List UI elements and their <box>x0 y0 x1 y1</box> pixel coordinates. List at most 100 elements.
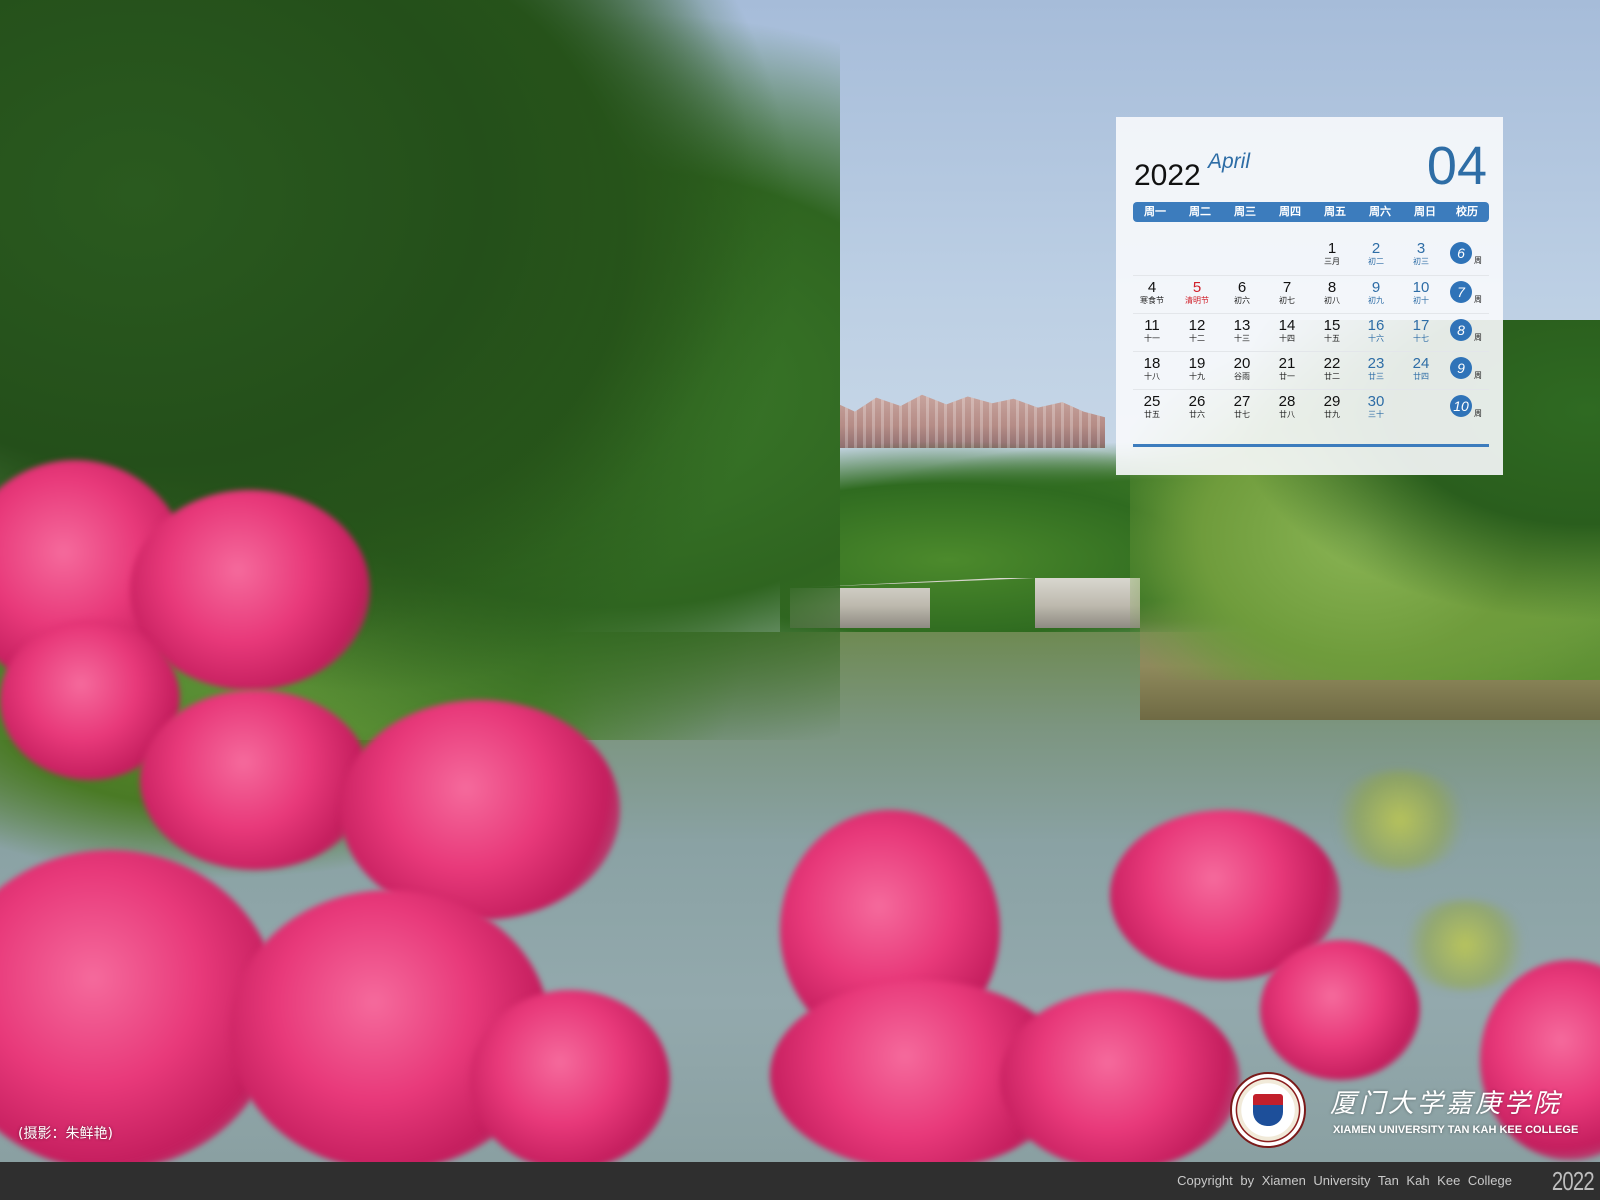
calendar-day-30: 30 三十 <box>1356 393 1396 420</box>
weekday-header: 周一 周二 周三 周四 周五 周六 周日 校历 <box>1133 202 1489 222</box>
day-number: 1 <box>1327 240 1337 257</box>
day-number: 7 <box>1282 279 1292 296</box>
weekday-label: 校历 <box>1456 205 1478 218</box>
day-number: 15 <box>1323 317 1341 334</box>
day-lunar-label: 廿一 <box>1279 372 1295 381</box>
calendar-day-13: 13 十三 <box>1222 317 1262 344</box>
day-lunar-label: 谷雨 <box>1234 372 1250 381</box>
calendar-day-20: 20 谷雨 <box>1222 355 1262 382</box>
calendar-day-6: 6 初六 <box>1222 279 1262 306</box>
day-number: 24 <box>1412 355 1430 372</box>
calendar-day-1: 1 三月 <box>1312 240 1352 267</box>
school-week-suffix: 周 <box>1474 256 1482 265</box>
day-number: 29 <box>1323 393 1341 410</box>
blurred-leaves <box>1330 770 1470 870</box>
day-number: 28 <box>1278 393 1296 410</box>
calendar-day-5: 5 清明节 <box>1177 279 1217 306</box>
calendar-day-14: 14 十四 <box>1267 317 1307 344</box>
calendar-day-19: 19 十九 <box>1177 355 1217 382</box>
school-week-badge: 9 <box>1450 357 1472 379</box>
day-lunar-label: 初七 <box>1279 296 1295 305</box>
blossom <box>470 990 670 1162</box>
day-number: 6 <box>1237 279 1247 296</box>
college-name-chinese: 厦门大学嘉庚学院 <box>1330 1089 1563 1119</box>
day-number: 13 <box>1233 317 1251 334</box>
blurred-leaves <box>1400 900 1530 990</box>
calendar-day-7: 7 初七 <box>1267 279 1307 306</box>
calendar-day-22: 22 廿二 <box>1312 355 1352 382</box>
day-number: 16 <box>1367 317 1385 334</box>
day-number: 8 <box>1327 279 1337 296</box>
school-week-badge: 10 <box>1450 395 1472 417</box>
day-number: 9 <box>1371 279 1381 296</box>
day-lunar-label: 廿九 <box>1324 410 1340 419</box>
calendar-day-25: 25 廿五 <box>1132 393 1172 420</box>
day-lunar-label: 三月 <box>1324 257 1340 266</box>
calendar-day-4: 4 寒食节 <box>1132 279 1172 306</box>
calendar-day-21: 21 廿一 <box>1267 355 1307 382</box>
weekday-label: 周日 <box>1414 205 1436 218</box>
weekday-label: 周一 <box>1144 205 1166 218</box>
weekday-label: 周二 <box>1189 205 1211 218</box>
day-number: 19 <box>1188 355 1206 372</box>
calendar-row-divider <box>1133 275 1489 276</box>
day-number: 30 <box>1367 393 1385 410</box>
day-number: 10 <box>1412 279 1430 296</box>
day-lunar-label: 十八 <box>1144 372 1160 381</box>
day-number: 23 <box>1367 355 1385 372</box>
college-seal-logo <box>1230 1072 1306 1148</box>
calendar-day-12: 12 十二 <box>1177 317 1217 344</box>
calendar-row-divider <box>1133 313 1489 314</box>
copyright-text: Copyright by Xiamen University Tan Kah K… <box>1177 1173 1512 1188</box>
calendar-year: 2022 <box>1134 159 1201 192</box>
calendar-day-11: 11 十一 <box>1132 317 1172 344</box>
calendar-row-divider <box>1133 351 1489 352</box>
footer-bar: Copyright by Xiamen University Tan Kah K… <box>0 1162 1600 1200</box>
calendar-day-8: 8 初八 <box>1312 279 1352 306</box>
day-lunar-label: 三十 <box>1368 410 1384 419</box>
blossom <box>1000 990 1240 1162</box>
calendar-day-15: 15 十五 <box>1312 317 1352 344</box>
day-number: 3 <box>1416 240 1426 257</box>
day-lunar-label: 廿八 <box>1279 410 1295 419</box>
day-number: 5 <box>1192 279 1202 296</box>
school-week-badge: 6 <box>1450 242 1472 264</box>
calendar-day-27: 27 廿七 <box>1222 393 1262 420</box>
calendar-day-16: 16 十六 <box>1356 317 1396 344</box>
blossom <box>140 690 370 870</box>
day-number: 12 <box>1188 317 1206 334</box>
day-number: 20 <box>1233 355 1251 372</box>
school-week-badge: 7 <box>1450 281 1472 303</box>
calendar-row-divider <box>1133 389 1489 390</box>
day-number: 22 <box>1323 355 1341 372</box>
day-number: 26 <box>1188 393 1206 410</box>
school-week-suffix: 周 <box>1474 333 1482 342</box>
day-number: 25 <box>1143 393 1161 410</box>
day-lunar-label: 十五 <box>1324 334 1340 343</box>
day-number: 2 <box>1371 240 1381 257</box>
day-lunar-label: 十二 <box>1189 334 1205 343</box>
day-number: 4 <box>1147 279 1157 296</box>
footer-year: 2022 <box>1552 1166 1595 1196</box>
school-week-suffix: 周 <box>1474 409 1482 418</box>
calendar-day-23: 23 廿三 <box>1356 355 1396 382</box>
calendar-day-28: 28 廿八 <box>1267 393 1307 420</box>
day-lunar-label: 初三 <box>1413 257 1429 266</box>
calendar-month-number: 04 <box>1426 136 1487 196</box>
calendar-day-9: 9 初九 <box>1356 279 1396 306</box>
day-number: 21 <box>1278 355 1296 372</box>
day-lunar-label: 十七 <box>1413 334 1429 343</box>
day-lunar-label: 廿四 <box>1413 372 1429 381</box>
weekday-label: 周五 <box>1324 205 1346 218</box>
day-lunar-label: 十四 <box>1279 334 1295 343</box>
calendar-day-18: 18 十八 <box>1132 355 1172 382</box>
day-lunar-label: 初十 <box>1413 296 1429 305</box>
day-number: 27 <box>1233 393 1251 410</box>
photo-credit: (摄影：朱鲜艳) <box>18 1126 113 1142</box>
day-lunar-label: 初八 <box>1324 296 1340 305</box>
day-lunar-label: 初九 <box>1368 296 1384 305</box>
school-week-badge: 8 <box>1450 319 1472 341</box>
school-week-suffix: 周 <box>1474 295 1482 304</box>
calendar-month-english: April <box>1208 150 1251 173</box>
school-week-suffix: 周 <box>1474 371 1482 380</box>
